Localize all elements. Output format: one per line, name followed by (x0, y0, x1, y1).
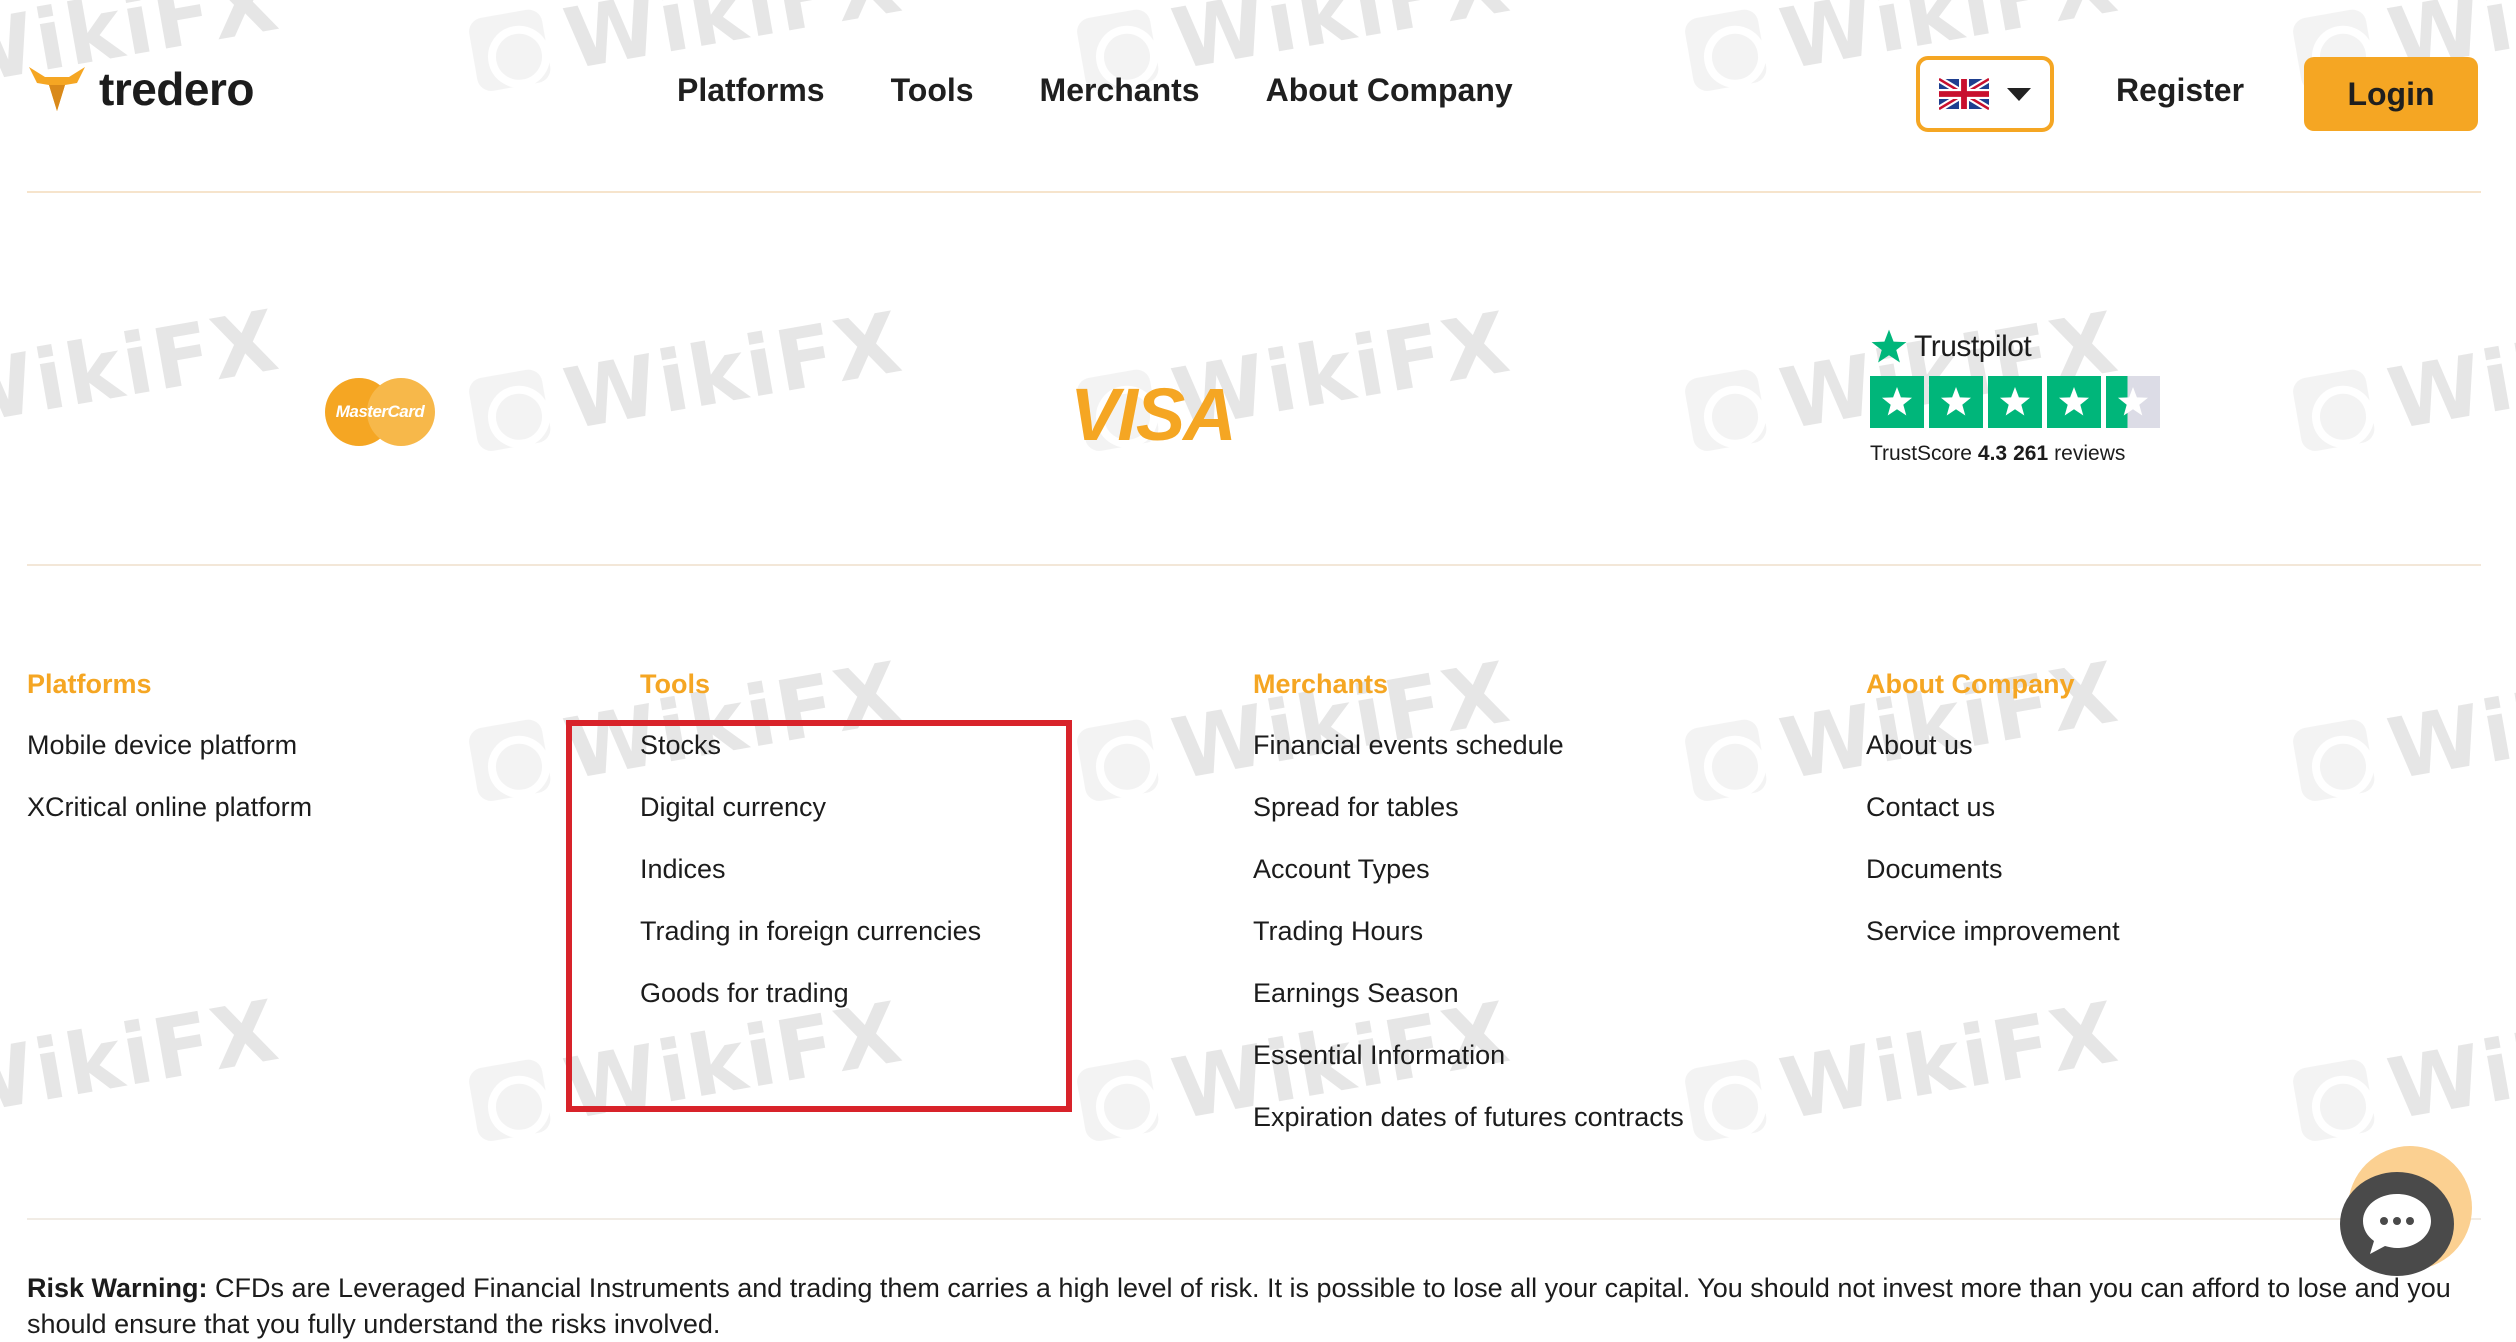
footer-link-digital-currency[interactable]: Digital currency (640, 784, 981, 846)
footer-link-goods-for-trading[interactable]: Goods for trading (640, 970, 981, 1032)
footer-link-trading-in-foreign-currencies[interactable]: Trading in foreign currencies (640, 908, 981, 970)
footer-link-about-us[interactable]: About us (1866, 722, 2120, 784)
footer-column-platforms: Platforms Mobile device platform XCritic… (27, 666, 312, 846)
watermark-text: WikiFX (2381, 643, 2516, 799)
watermark-logo-icon (1682, 717, 1769, 804)
footer-link-financial-events-schedule[interactable]: Financial events schedule (1253, 722, 1684, 784)
mastercard-label: MasterCard (335, 402, 425, 421)
watermark-text: WikiFX (557, 293, 910, 449)
footer-link-xcritical-online-platform[interactable]: XCritical online platform (27, 784, 312, 846)
watermark-logo-icon (2290, 1057, 2377, 1144)
chevron-down-icon (2007, 87, 2031, 101)
footer-link-mobile-device-platform[interactable]: Mobile device platform (27, 722, 312, 784)
main-nav: Platforms Tools Merchants About Company (677, 72, 1513, 109)
reviews-label: reviews (2054, 442, 2126, 465)
footer-link-indices[interactable]: Indices (640, 846, 981, 908)
language-selector[interactable] (1916, 56, 2054, 132)
footer-column-merchants: Merchants Financial events schedule Spre… (1253, 666, 1684, 1156)
watermark-logo-icon (2290, 367, 2377, 454)
rating-star-icon (2047, 376, 2101, 428)
reviews-count: 261 (2013, 442, 2049, 465)
trustscore-value: 4.3 (1977, 442, 2008, 465)
watermark-logo-icon (1074, 1057, 1161, 1144)
trustpilot-star-icon (1871, 329, 1907, 363)
trustpilot-brand: Trustpilot (1914, 330, 2032, 363)
footer-column-tools: Tools Stocks Digital currency Indices Tr… (640, 666, 981, 1032)
footer-link-trading-hours[interactable]: Trading Hours (1253, 908, 1684, 970)
trustpilot-widget[interactable]: Trustpilot TrustScore 4.3 261 reviews (1870, 328, 2160, 466)
rating-star-icon (1988, 376, 2042, 428)
brand-name: tredero (99, 63, 254, 115)
footer-link-contact-us[interactable]: Contact us (1866, 784, 2120, 846)
footer-column-title: Tools (640, 669, 710, 699)
watermark-logo-icon (1074, 717, 1161, 804)
nav-item-about-company[interactable]: About Company (1266, 72, 1513, 109)
watermark: WikiFX (0, 291, 286, 447)
watermark: WikiFX (2289, 983, 2516, 1155)
footer-link-expiration-dates-of-futures-contracts[interactable]: Expiration dates of futures contracts (1253, 1094, 1684, 1156)
chat-widget-button[interactable] (2338, 1146, 2482, 1290)
uk-flag-icon (1939, 78, 1989, 110)
footer-link-spread-for-tables[interactable]: Spread for tables (1253, 784, 1684, 846)
trustpilot-header: Trustpilot (1870, 328, 2160, 366)
watermark-logo-icon (466, 367, 553, 454)
bull-logo-icon (29, 67, 85, 111)
rating-star-icon (1929, 376, 1983, 428)
watermark-logo-icon (1682, 1057, 1769, 1144)
site-header: tredero Platforms Tools Merchants About … (0, 0, 2516, 192)
footer-column-title: About Company (1866, 669, 2075, 699)
footer-link-stocks[interactable]: Stocks (640, 722, 981, 784)
watermark: WikiFX (0, 981, 286, 1137)
footer-link-account-types[interactable]: Account Types (1253, 846, 1684, 908)
rating-star-icon (1870, 376, 1924, 428)
register-link[interactable]: Register (2116, 72, 2244, 109)
footer-column-title: Platforms (27, 669, 152, 699)
chat-bubble (2340, 1172, 2454, 1276)
nav-item-merchants[interactable]: Merchants (1040, 72, 1200, 109)
footer-link-earnings-season[interactable]: Earnings Season (1253, 970, 1684, 1032)
trustscore-label: TrustScore (1870, 442, 1972, 465)
footer-column-title: Merchants (1253, 669, 1389, 699)
watermark-logo-icon (2290, 717, 2377, 804)
watermark-text: WikiFX (2381, 983, 2516, 1139)
risk-warning-label: Risk Warning: (27, 1273, 208, 1303)
chat-bubble-icon (2363, 1194, 2431, 1254)
footer-link-essential-information[interactable]: Essential Information (1253, 1032, 1684, 1094)
watermark: WikiFX (2289, 293, 2516, 465)
visa-logo: VISA (1070, 373, 1237, 456)
watermark-text: WikiFX (1773, 983, 2126, 1139)
footer-divider (27, 1218, 2481, 1220)
watermark: WikiFX (1681, 983, 2126, 1155)
watermark-logo-icon (466, 1057, 553, 1144)
watermark-logo-icon (1682, 367, 1769, 454)
section-divider (27, 564, 2481, 566)
login-button[interactable]: Login (2304, 57, 2478, 131)
watermark-text: WikiFX (0, 981, 287, 1137)
watermark-text: WikiFX (2381, 293, 2516, 449)
nav-item-platforms[interactable]: Platforms (677, 72, 825, 109)
risk-warning: Risk Warning: CFDs are Leveraged Financi… (27, 1270, 2467, 1342)
rating-star-partial-icon (2106, 376, 2160, 428)
mastercard-logo: MasterCard (325, 378, 435, 446)
watermark-text: WikiFX (0, 291, 287, 447)
risk-warning-text: CFDs are Leveraged Financial Instruments… (27, 1273, 2451, 1339)
footer-column-about-company: About Company About us Contact us Docume… (1866, 666, 2120, 970)
footer-link-service-improvement[interactable]: Service improvement (1866, 908, 2120, 970)
nav-item-tools[interactable]: Tools (891, 72, 974, 109)
brand-logo[interactable]: tredero (27, 62, 254, 116)
watermark: WikiFX (465, 293, 910, 465)
watermark: WikiFX (2289, 643, 2516, 815)
footer-link-documents[interactable]: Documents (1866, 846, 2120, 908)
trustpilot-rating-stars (1870, 376, 2160, 428)
trustpilot-score-line: TrustScore 4.3 261 reviews (1870, 442, 2160, 466)
watermark-logo-icon (466, 717, 553, 804)
